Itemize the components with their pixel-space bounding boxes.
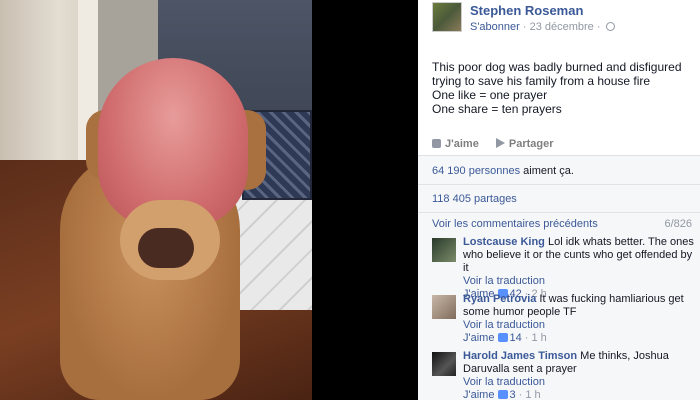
comment-body: Lostcause King Lol idk whats better. The… [463,236,696,301]
post-text-line: One share = ten prayers [432,102,562,116]
post-text-line: One like = one prayer [432,88,548,102]
translate-link[interactable]: Voir la traduction [463,319,696,332]
thumbs-up-icon [432,139,441,148]
likes-count-link[interactable]: 64 190 personnes [432,165,520,177]
like-count-icon [498,333,509,342]
subscribe-link[interactable]: S'abonner [470,21,520,33]
divider [418,184,700,185]
post-header: Stephen Roseman S'abonner · 23 décembre … [418,0,700,44]
comment-body: Harold James Timson Me thinks, Joshua Da… [463,350,696,400]
post-text-line: This poor dog was badly burned and disfi… [432,60,682,74]
post-panel: Stephen Roseman S'abonner · 23 décembre … [418,0,700,400]
commenter-name[interactable]: Lostcause King [463,236,545,248]
post-text-line: trying to save his family from a house f… [432,74,651,88]
comment-meta: J'aime 3 · 1 h [463,389,696,400]
commenter-name[interactable]: Harold James Timson [463,350,577,362]
like-label: J'aime [445,138,479,150]
post-date[interactable]: · 23 décembre · [523,21,601,33]
likes-summary: 64 190 personnes aiment ça. [432,165,574,177]
comment-body: Ryan Petrovia It was fucking hamliarious… [463,293,696,345]
commenter-name[interactable]: Ryan Petrovia [463,293,536,305]
photo-stage [0,0,418,400]
comment-count: 6/826 [664,218,692,230]
share-icon [495,138,505,148]
comment-like-button[interactable]: J'aime [463,389,494,400]
photo-dog-nose [138,228,194,268]
comment-time[interactable]: · 1 h [525,332,547,344]
globe-icon [605,22,615,31]
comment-meta: J'aime 14 · 1 h [463,332,696,345]
commenter-avatar[interactable] [432,238,456,262]
like-count-icon [498,390,509,399]
shares-link[interactable]: 118 405 partages [432,193,517,205]
post-actions: J'aime Partager [432,138,568,150]
feedback-section: 64 190 personnes aiment ça. 118 405 part… [418,155,700,400]
author-name[interactable]: Stephen Roseman [470,3,583,18]
like-button[interactable]: J'aime [432,138,479,150]
likes-suffix: aiment ça. [520,165,574,177]
comment-like-count[interactable]: 3 [509,389,515,400]
translate-link[interactable]: Voir la traduction [463,275,696,288]
comment-like-count[interactable]: 14 [509,332,521,344]
post-photo[interactable] [0,0,312,400]
commenter-avatar[interactable] [432,295,456,319]
commenter-avatar[interactable] [432,352,456,376]
author-avatar[interactable] [432,2,462,32]
share-label: Partager [508,138,554,150]
comment-like-button[interactable]: J'aime [463,332,494,344]
comment-time[interactable]: · 1 h [519,389,541,400]
share-button[interactable]: Partager [495,138,554,150]
translate-link[interactable]: Voir la traduction [463,376,696,389]
post-text: This poor dog was badly burned and disfi… [432,60,692,116]
view-previous-comments[interactable]: Voir les commentaires précédents [432,218,598,230]
post-meta: S'abonner · 23 décembre · [470,21,615,33]
divider [418,212,700,213]
